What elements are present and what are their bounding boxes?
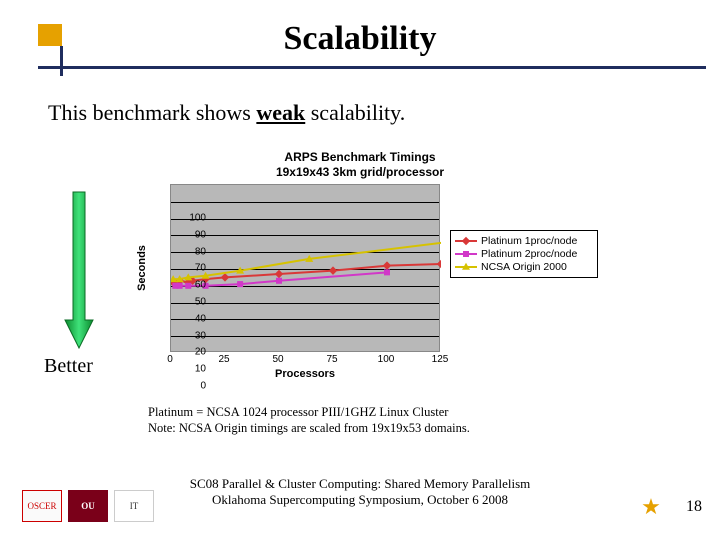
chart-title: ARPS Benchmark Timings 19x19x43 3km grid… <box>130 150 590 180</box>
plot-svg <box>171 185 441 353</box>
logos-left: OSCER OU IT <box>22 490 154 522</box>
y-tick-label: 60 <box>180 280 206 291</box>
legend-label: Platinum 2proc/node <box>481 248 577 260</box>
series-marker <box>384 269 390 275</box>
better-arrow-icon <box>64 190 94 350</box>
chart-title-line2: 19x19x43 3km grid/processor <box>130 165 590 180</box>
platinum-note-line1: Platinum = NCSA 1024 processor PIII/1GHZ… <box>148 405 470 421</box>
body-text: This benchmark shows weak scalability. <box>48 100 405 126</box>
footer: OSCER OU IT SC08 Parallel & Cluster Comp… <box>0 466 720 526</box>
series-marker <box>383 261 391 269</box>
legend-swatch <box>455 262 477 272</box>
series-marker <box>276 278 282 284</box>
y-tick-label: 80 <box>180 246 206 257</box>
y-tick-label: 90 <box>180 229 206 240</box>
y-tick-label: 70 <box>180 263 206 274</box>
plot-area <box>170 184 440 352</box>
x-tick-label: 25 <box>218 354 229 365</box>
legend-label: NCSA Origin 2000 <box>481 261 567 273</box>
x-tick-label: 100 <box>378 354 395 365</box>
page-title: Scalability <box>0 20 720 58</box>
series-marker <box>275 270 283 278</box>
chart-title-line1: ARPS Benchmark Timings <box>130 150 590 165</box>
body-emphasis: weak <box>256 100 305 125</box>
y-tick-label: 30 <box>180 330 206 341</box>
logo-it: IT <box>114 490 154 522</box>
series-marker <box>237 281 243 287</box>
legend-row: Platinum 1proc/node <box>455 235 593 247</box>
legend-row: NCSA Origin 2000 <box>455 261 593 273</box>
logo-ou: OU <box>68 490 108 522</box>
legend-label: Platinum 1proc/node <box>481 235 577 247</box>
y-tick-label: 100 <box>180 213 206 224</box>
legend-swatch <box>455 236 477 246</box>
slide: Scalability This benchmark shows weak sc… <box>0 0 720 540</box>
x-tick-label: 50 <box>272 354 283 365</box>
series-marker <box>221 273 229 281</box>
y-axis-label: Seconds <box>136 245 148 291</box>
body-prefix: This benchmark shows <box>48 100 256 125</box>
title-accent-hline <box>38 66 706 69</box>
y-tick-label: 50 <box>180 297 206 308</box>
platinum-note-line2: Note: NCSA Origin timings are scaled fro… <box>148 421 470 437</box>
y-tick-label: 20 <box>180 347 206 358</box>
plot-wrap: Seconds Processors 010203040506070809010… <box>170 184 440 352</box>
y-tick-label: 40 <box>180 313 206 324</box>
better-label: Better <box>44 355 93 378</box>
legend-swatch <box>455 249 477 259</box>
star-icon: ★ <box>634 492 668 522</box>
x-tick-label: 125 <box>432 354 449 365</box>
series-line <box>173 264 441 282</box>
legend-row: Platinum 2proc/node <box>455 248 593 260</box>
chart: ARPS Benchmark Timings 19x19x43 3km grid… <box>130 150 590 385</box>
y-tick-label: 0 <box>180 381 206 392</box>
platinum-note: Platinum = NCSA 1024 processor PIII/1GHZ… <box>148 405 470 436</box>
legend: Platinum 1proc/nodePlatinum 2proc/nodeNC… <box>450 230 598 278</box>
x-axis-label: Processors <box>170 368 440 380</box>
series-marker <box>437 260 441 268</box>
y-tick-label: 10 <box>180 364 206 375</box>
slide-number: 18 <box>686 498 702 516</box>
series-marker <box>329 266 337 274</box>
logo-oscer: OSCER <box>22 490 62 522</box>
x-tick-label: 0 <box>167 354 173 365</box>
body-suffix: scalability. <box>305 100 405 125</box>
x-tick-label: 75 <box>326 354 337 365</box>
